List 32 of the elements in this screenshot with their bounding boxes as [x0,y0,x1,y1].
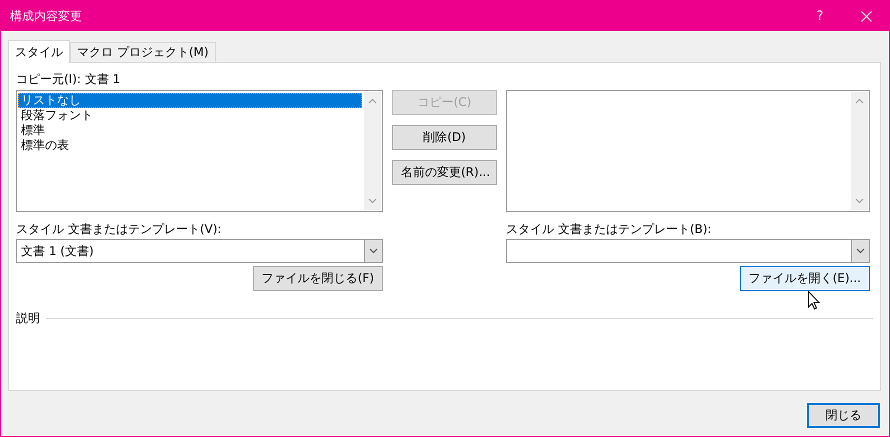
chevron-down-icon[interactable] [369,248,378,254]
list-label: コピー元(I): 文書 1 [16,71,122,87]
scroll-up-icon[interactable] [368,98,377,104]
file-button[interactable]: ファイルを閉じる(F) [252,266,383,291]
list-item[interactable]: 標準 [18,123,362,138]
tab[interactable]: マクロ プロジェクト(M) [70,42,216,62]
list-item[interactable]: リストなし [18,93,362,108]
dropdown-field[interactable]: 文書 1 (文書) [16,239,383,263]
section-label: 説明 [16,310,40,327]
field-label: スタイル 文書またはテンプレート(V): [16,221,222,237]
list-item[interactable]: 標準の表 [18,138,362,153]
help-button[interactable]: ? [797,8,843,24]
field-label: スタイル 文書またはテンプレート(B): [506,221,712,237]
close-dialog-button[interactable]: 閉じる [807,403,880,428]
window-title: 構成内容変更 [9,8,83,24]
dropdown-field[interactable] [506,239,870,263]
list-box[interactable]: リストなし 段落フォント 標準 標準の表 [16,90,383,212]
scrollbar[interactable] [851,92,868,210]
dropdown-value: 文書 1 (文書) [21,244,94,258]
scroll-down-icon[interactable] [855,198,864,204]
list-box[interactable] [506,90,870,212]
action-button[interactable]: 名前の変更(R)... [392,160,497,185]
list-item[interactable]: 段落フォント [18,108,362,123]
close-icon [860,10,872,22]
tab[interactable]: スタイル [8,40,70,63]
file-button[interactable]: ファイルを開く(E)... [740,266,870,291]
mouse-cursor-icon [808,291,820,310]
scroll-up-icon[interactable] [855,98,864,104]
scroll-down-icon[interactable] [368,198,377,204]
scrollbar[interactable] [364,92,381,210]
action-button[interactable]: 削除(D) [392,125,497,150]
chevron-down-icon[interactable] [856,248,865,254]
